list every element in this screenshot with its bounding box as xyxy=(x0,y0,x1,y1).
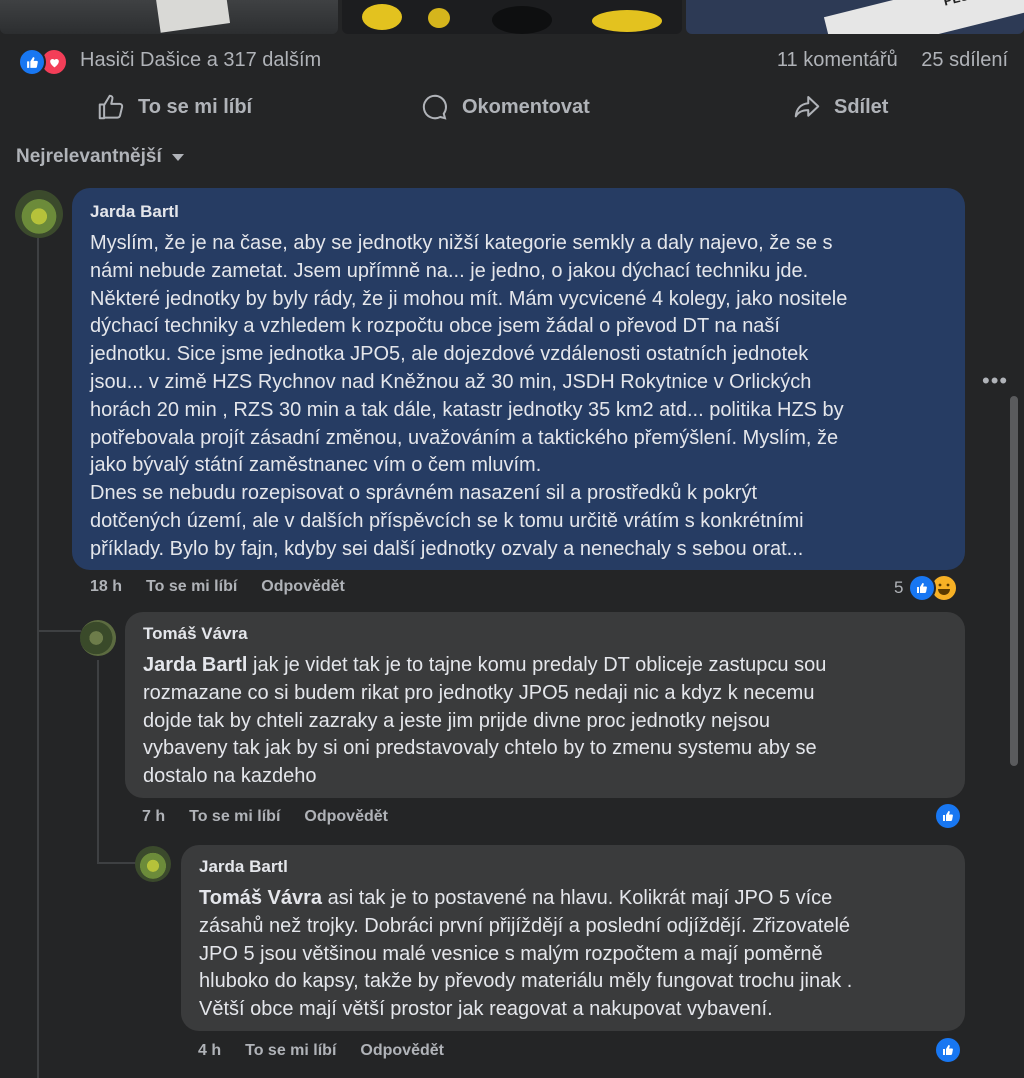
comment-author[interactable]: Tomáš Vávra xyxy=(143,624,947,644)
comment-time[interactable]: 7 h xyxy=(142,808,165,826)
comment-reaction-count[interactable]: 5 xyxy=(894,578,903,598)
thread-line-branch-2 xyxy=(97,862,137,864)
sort-label: Nejrelevantnější xyxy=(16,146,162,167)
reactions-summary: Hasiči Dašice a 317 dalším 11 komentářů … xyxy=(18,46,1008,76)
ellipsis-icon[interactable]: ••• xyxy=(982,368,1008,394)
scrollbar[interactable] xyxy=(1010,396,1018,766)
comment-meta: 18 h To se mi líbí Odpovědět xyxy=(90,578,369,596)
mention-link[interactable]: Tomáš Vávra xyxy=(199,887,322,909)
like-reaction-icon[interactable] xyxy=(934,1036,962,1064)
mention-link[interactable]: Jarda Bartl xyxy=(143,654,248,676)
comment-reply-link[interactable]: Odpovědět xyxy=(261,578,345,596)
reactors-link[interactable]: Hasiči Dašice a 317 dalším xyxy=(80,49,321,72)
share-button-label: Sdílet xyxy=(834,95,889,118)
thread-line-main xyxy=(37,238,39,1078)
like-reaction-icon xyxy=(18,48,46,76)
engagement-counts: 11 komentářů 25 sdílení xyxy=(777,49,1008,72)
avatar[interactable] xyxy=(135,846,171,882)
comment-text: Myslím, že je na čase, aby se jednotky n… xyxy=(90,232,848,560)
thread-line-sub xyxy=(97,660,99,864)
comment-meta: 4 h To se mi líbí Odpovědět xyxy=(198,1042,468,1060)
comment-button[interactable]: Okomentovat xyxy=(420,88,590,126)
reply-bubble: Jarda Bartl Tomáš Vávra asi tak je to po… xyxy=(181,845,965,1031)
comment-text: Tomáš Vávra asi tak je to postavené na h… xyxy=(199,885,947,1024)
comment-author[interactable]: Jarda Bartl xyxy=(199,857,947,877)
share-button[interactable]: Sdílet xyxy=(792,88,888,126)
shares-count[interactable]: 25 sdílení xyxy=(921,49,1008,71)
speech-bubble-icon xyxy=(422,94,447,120)
like-button[interactable]: To se mi líbí xyxy=(96,88,252,126)
comment-time[interactable]: 18 h xyxy=(90,578,122,596)
like-reaction-icon[interactable] xyxy=(934,802,962,830)
comment-meta: 7 h To se mi líbí Odpovědět xyxy=(142,808,412,826)
avatar[interactable] xyxy=(15,190,63,238)
comment-reply-link[interactable]: Odpovědět xyxy=(304,808,388,826)
reply-bubble: Tomáš Vávra Jarda Bartl jak je videt tak… xyxy=(125,612,965,798)
post-photo-1[interactable] xyxy=(0,0,338,34)
post-action-bar: To se mi líbí Okomentovat Sdílet xyxy=(0,88,1024,126)
avatar[interactable] xyxy=(80,620,116,656)
comment-like-link[interactable]: To se mi líbí xyxy=(245,1042,336,1060)
reaction-icons[interactable] xyxy=(18,48,74,76)
comments-count[interactable]: 11 komentářů xyxy=(777,49,898,71)
comment-like-link[interactable]: To se mi líbí xyxy=(189,808,280,826)
thumbs-up-icon xyxy=(98,94,124,120)
comment-text: Jarda Bartl jak je videt tak je to tajne… xyxy=(143,652,947,791)
post-photo-3[interactable]: PLUTO xyxy=(686,0,1024,34)
chevron-down-icon xyxy=(171,153,184,161)
comment-time[interactable]: 4 h xyxy=(198,1042,221,1060)
comment-bubble: Jarda Bartl Myslím, že je na čase, aby s… xyxy=(72,188,965,570)
post-photo-2[interactable] xyxy=(342,0,682,34)
comment-like-link[interactable]: To se mi líbí xyxy=(146,578,237,596)
like-reaction-icon xyxy=(908,574,936,602)
like-button-label: To se mi líbí xyxy=(138,95,253,118)
comment-author[interactable]: Jarda Bartl xyxy=(90,202,947,222)
comment-reply-link[interactable]: Odpovědět xyxy=(360,1042,444,1060)
share-arrow-icon xyxy=(794,96,820,118)
post-photo-strip[interactable]: PLUTO xyxy=(0,0,1024,34)
comment-button-label: Okomentovat xyxy=(462,95,590,118)
thread-line-branch-1 xyxy=(37,630,81,632)
comment-sort-dropdown[interactable]: Nejrelevantnější xyxy=(16,146,184,168)
